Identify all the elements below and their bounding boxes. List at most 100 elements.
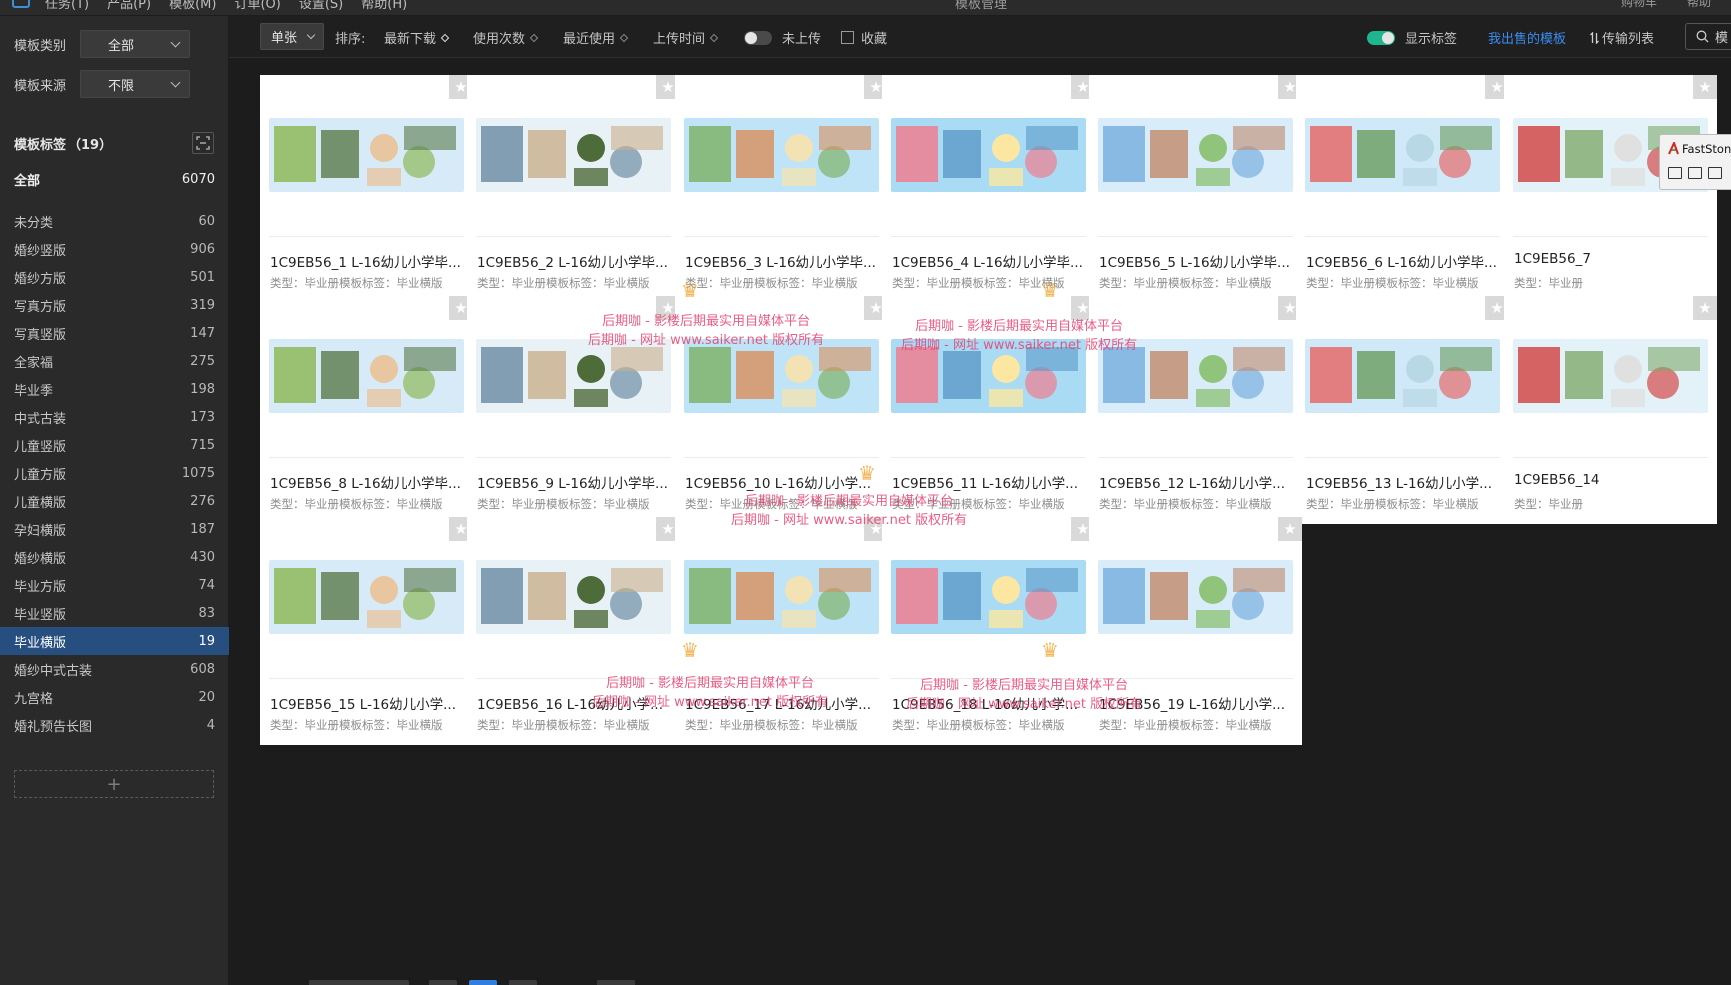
favorite-star-icon[interactable]: ★ bbox=[1278, 517, 1302, 541]
tag-item[interactable]: 婚纱中式古装 608 bbox=[0, 655, 229, 683]
template-card[interactable]: ★ 1C9EB56_4 L-16幼儿小学毕... 类型：毕业册模板标签：毕业横版 bbox=[882, 75, 1095, 303]
sort-upload-time[interactable]: 上传时间 bbox=[653, 28, 719, 47]
pager-jump[interactable] bbox=[597, 980, 635, 985]
tag-item[interactable]: 婚礼预告长图 4 bbox=[0, 711, 229, 739]
template-name: 1C9EB56_15 L-16幼儿小学... bbox=[270, 697, 457, 713]
menu-template[interactable]: 模板(M) bbox=[169, 0, 216, 12]
tag-item[interactable]: 孕妇横版 187 bbox=[0, 515, 229, 543]
template-thumbnail[interactable] bbox=[891, 118, 1086, 192]
template-thumbnail[interactable] bbox=[269, 118, 464, 192]
tag-item[interactable]: 儿童方版 1075 bbox=[0, 459, 229, 487]
transfer-list-label: 传输列表 bbox=[1602, 32, 1655, 47]
template-meta: 类型：毕业册 bbox=[1514, 497, 1583, 511]
crown-icon: ♛ bbox=[858, 461, 876, 485]
menu-order[interactable]: 订单(O) bbox=[234, 0, 280, 12]
tag-item[interactable]: 写真方版 319 bbox=[0, 291, 229, 319]
template-thumbnail[interactable] bbox=[1305, 118, 1500, 192]
template-card[interactable]: ★ 1C9EB56_13 L-16幼儿小学... 类型：毕业册模板标签：毕业横版 bbox=[1296, 296, 1509, 524]
template-thumbnail[interactable] bbox=[684, 118, 879, 192]
capture-window-icon[interactable] bbox=[1688, 167, 1702, 179]
pager-bar[interactable] bbox=[309, 980, 409, 985]
template-thumbnail[interactable] bbox=[1513, 339, 1708, 413]
capture-tools bbox=[1668, 167, 1722, 179]
show-tags-toggle[interactable]: 显示标签 bbox=[1367, 28, 1457, 47]
template-card[interactable]: ★ 1C9EB56_8 L-16幼儿小学毕... 类型：毕业册模板标签：毕业横版 bbox=[260, 296, 473, 524]
tag-label: 婚纱方版 bbox=[14, 271, 67, 287]
tag-item[interactable]: 未分类 60 bbox=[0, 207, 229, 235]
tag-item[interactable]: 九宫格 20 bbox=[0, 683, 229, 711]
template-thumbnail[interactable] bbox=[1305, 339, 1500, 413]
menu-help[interactable]: 帮助(H) bbox=[361, 0, 407, 12]
favorite-checkbox[interactable]: 收藏 bbox=[841, 28, 887, 47]
template-thumbnail[interactable] bbox=[1098, 560, 1293, 634]
open-folder-icon[interactable] bbox=[1668, 167, 1682, 179]
capture-region-icon[interactable] bbox=[1708, 167, 1722, 179]
menu-settings[interactable]: 设置(S) bbox=[299, 0, 343, 12]
tag-item-all[interactable]: 全部 6070 bbox=[0, 165, 229, 193]
search-input[interactable]: 模 bbox=[1685, 23, 1731, 50]
manage-tags-button[interactable] bbox=[192, 132, 214, 154]
source-label: 模板来源 bbox=[14, 78, 67, 94]
transfer-list-button[interactable]: 传输列表 bbox=[1590, 28, 1654, 47]
template-card[interactable]: ★ 1C9EB56_16 L-16幼儿小学... 类型：毕业册模板标签：毕业横版 bbox=[467, 517, 680, 745]
template-thumbnail[interactable] bbox=[476, 560, 671, 634]
category-select[interactable]: 全部 bbox=[80, 30, 190, 58]
template-card[interactable]: ★ 1C9EB56_5 L-16幼儿小学毕... 类型：毕业册模板标签：毕业横版 bbox=[1089, 75, 1302, 303]
template-card[interactable]: ★ 1C9EB56_1 L-16幼儿小学毕... 类型：毕业册模板标签：毕业横版 bbox=[260, 75, 473, 303]
pager-next[interactable] bbox=[509, 980, 537, 985]
pager-current[interactable] bbox=[469, 980, 497, 985]
template-card[interactable]: ★ 1C9EB56_18 L-16幼儿小学... 类型：毕业册模板标签：毕业横版 bbox=[882, 517, 1095, 745]
template-thumbnail[interactable] bbox=[1098, 339, 1293, 413]
template-card[interactable]: ★ 1C9EB56_15 L-16幼儿小学... 类型：毕业册模板标签：毕业横版 bbox=[260, 517, 473, 745]
template-thumbnail[interactable] bbox=[269, 560, 464, 634]
help-link[interactable]: 帮助 bbox=[1687, 0, 1711, 10]
menu-bar: 任务(T) 产品(P) 模板(M) 订单(O) 设置(S) 帮助(H) 模板管理… bbox=[0, 0, 1731, 16]
template-thumbnail[interactable] bbox=[1098, 118, 1293, 192]
tag-item[interactable]: 儿童竖版 715 bbox=[0, 431, 229, 459]
tag-item[interactable]: 毕业横版 19 bbox=[0, 627, 229, 655]
favorite-star-icon[interactable]: ★ bbox=[1693, 296, 1717, 320]
template-card[interactable]: ★ 1C9EB56_19 L-16幼儿小学... 类型：毕业册模板标签：毕业横版 bbox=[1089, 517, 1302, 745]
tag-item[interactable]: 婚纱竖版 906 bbox=[0, 235, 229, 263]
template-thumbnail[interactable] bbox=[684, 560, 879, 634]
template-card[interactable]: ★ 1C9EB56_6 L-16幼儿小学毕... 类型：毕业册模板标签：毕业横版 bbox=[1296, 75, 1509, 303]
template-thumbnail[interactable] bbox=[476, 118, 671, 192]
cart-link[interactable]: 购物车 bbox=[1621, 0, 1657, 10]
tag-item[interactable]: 婚纱方版 501 bbox=[0, 263, 229, 291]
sort-latest-download[interactable]: 最新下载 bbox=[384, 28, 450, 47]
tag-item[interactable]: 毕业方版 74 bbox=[0, 571, 229, 599]
tag-item[interactable]: 毕业竖版 83 bbox=[0, 599, 229, 627]
pager-prev[interactable] bbox=[429, 980, 457, 985]
not-uploaded-toggle[interactable]: 未上传 bbox=[744, 28, 821, 47]
sort-recent-use[interactable]: 最近使用 bbox=[563, 28, 629, 47]
add-tag-button[interactable]: + bbox=[14, 770, 214, 798]
template-thumbnail[interactable] bbox=[684, 339, 879, 413]
template-card[interactable]: ★ 1C9EB56_10 L-16幼儿小学... 类型：毕业册模板标签：毕业横版 bbox=[675, 296, 888, 524]
menu-task[interactable]: 任务(T) bbox=[45, 0, 89, 12]
template-name: 1C9EB56_3 L-16幼儿小学毕... bbox=[685, 255, 876, 271]
template-card[interactable]: ★ 1C9EB56_2 L-16幼儿小学毕... 类型：毕业册模板标签：毕业横版 bbox=[467, 75, 680, 303]
template-thumbnail[interactable] bbox=[891, 560, 1086, 634]
my-sold-templates-link[interactable]: 我出售的模板 bbox=[1488, 28, 1566, 47]
template-card[interactable]: ★ 1C9EB56_3 L-16幼儿小学毕... 类型：毕业册模板标签：毕业横版 bbox=[675, 75, 888, 303]
tag-item[interactable]: 儿童横版 276 bbox=[0, 487, 229, 515]
tag-item[interactable]: 全家福 275 bbox=[0, 347, 229, 375]
template-thumbnail[interactable] bbox=[476, 339, 671, 413]
template-card[interactable]: ★ 1C9EB56_9 L-16幼儿小学毕... 类型：毕业册模板标签：毕业横版 bbox=[467, 296, 680, 524]
favorite-star-icon[interactable]: ★ bbox=[1693, 75, 1717, 99]
tag-item[interactable]: 婚纱横版 430 bbox=[0, 543, 229, 571]
template-card[interactable]: ★ 1C9EB56_17 L-16幼儿小学... 类型：毕业册模板标签：毕业横版 bbox=[675, 517, 888, 745]
template-card[interactable]: ★ 1C9EB56_14 类型：毕业册 bbox=[1504, 296, 1717, 524]
tag-item[interactable]: 中式古装 173 bbox=[0, 403, 229, 431]
source-select[interactable]: 不限 bbox=[80, 70, 190, 98]
tag-item[interactable]: 写真竖版 147 bbox=[0, 319, 229, 347]
template-card[interactable]: ★ 1C9EB56_12 L-16幼儿小学... 类型：毕业册模板标签：毕业横版 bbox=[1089, 296, 1302, 524]
sort-use-count[interactable]: 使用次数 bbox=[473, 28, 539, 47]
template-card[interactable]: ★ 1C9EB56_11 L-16幼儿小学... 类型：毕业册模板标签：毕业横版 bbox=[882, 296, 1095, 524]
template-thumbnail[interactable] bbox=[891, 339, 1086, 413]
capture-tool-popup[interactable]: FastStone bbox=[1659, 134, 1731, 190]
tag-item[interactable]: 毕业季 198 bbox=[0, 375, 229, 403]
menu-product[interactable]: 产品(P) bbox=[107, 0, 151, 12]
page-mode-select[interactable]: 单张 bbox=[260, 23, 324, 50]
template-thumbnail[interactable] bbox=[269, 339, 464, 413]
